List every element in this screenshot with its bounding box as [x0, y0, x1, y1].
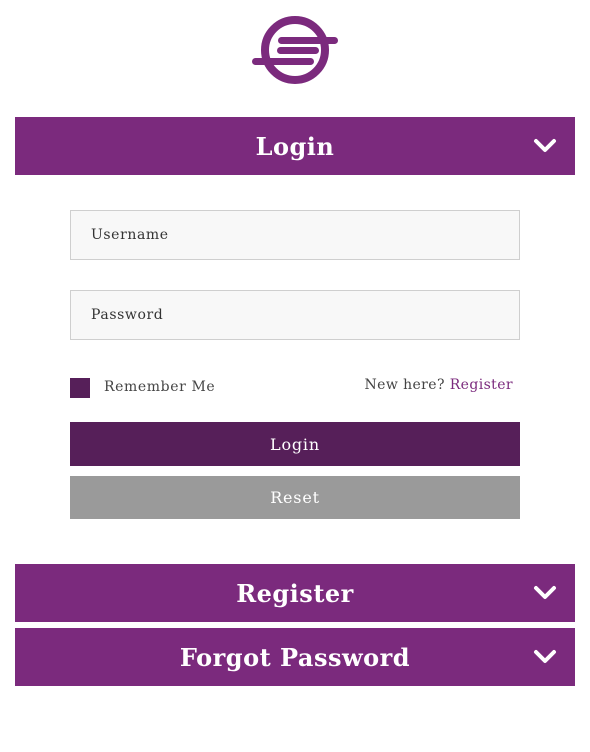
forgot-password-panel-title: Forgot Password [179, 642, 411, 672]
register-panel-header[interactable]: Register [15, 564, 575, 622]
register-link[interactable]: Register [450, 377, 513, 393]
new-here-prompt: New here? Register [365, 377, 513, 393]
remember-me-label: Remember Me [104, 379, 216, 395]
login-panel-title: Login [255, 131, 335, 161]
username-input[interactable] [70, 210, 520, 260]
chevron-down-icon[interactable] [533, 585, 557, 601]
chevron-down-icon[interactable] [533, 138, 557, 154]
password-input[interactable] [70, 290, 520, 340]
login-button[interactable]: Login [70, 422, 520, 466]
reset-button[interactable]: Reset [70, 476, 520, 519]
chevron-down-icon[interactable] [533, 649, 557, 665]
register-panel-title: Register [236, 578, 354, 608]
login-panel-header[interactable]: Login [15, 117, 575, 175]
logo-icon [252, 16, 338, 84]
remember-me-checkbox[interactable] [70, 378, 90, 398]
new-here-text: New here? [364, 377, 445, 393]
forgot-password-panel-header[interactable]: Forgot Password [15, 628, 575, 686]
